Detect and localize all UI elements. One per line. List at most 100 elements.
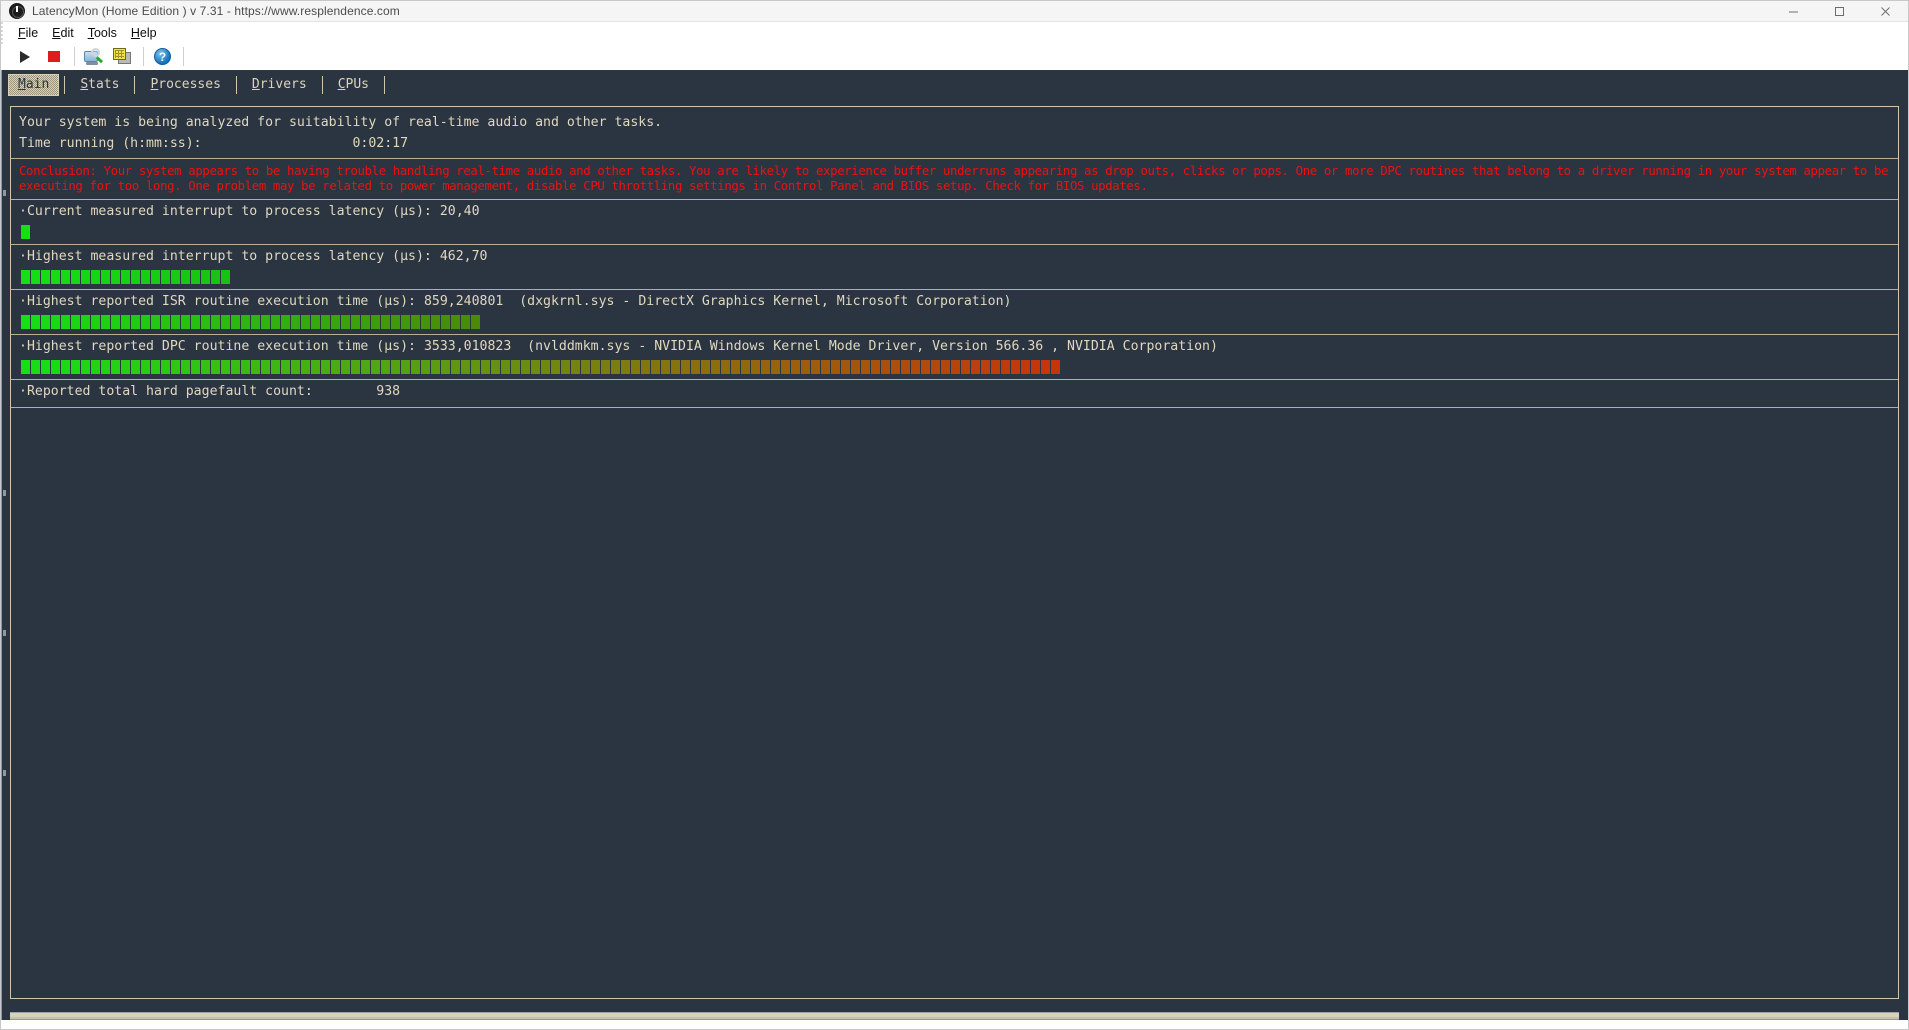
metric-label: Current measured interrupt to process la…: [26, 204, 440, 219]
menu-item-help-label: elp: [139, 25, 157, 40]
metric-bar-segment: [161, 315, 170, 329]
metric-bar-segment: [241, 360, 250, 374]
metric-bar-segment: [221, 270, 230, 284]
metric-bar-segment: [191, 270, 200, 284]
metric-bar-segment: [201, 360, 210, 374]
metric-value: 859,240801: [423, 294, 504, 309]
tab-drivers[interactable]: Drivers: [242, 74, 317, 96]
main-content-panel: Your system is being analyzed for suitab…: [10, 106, 1899, 999]
metric-bar-segment: [1051, 360, 1060, 374]
metric-bar-segment: [1031, 360, 1040, 374]
metric-bar-segment: [321, 360, 330, 374]
report-button[interactable]: [80, 45, 107, 69]
metric-bar-segment: [181, 360, 190, 374]
metric-bar-segment: [141, 360, 150, 374]
menu-item-file[interactable]: File: [12, 25, 46, 42]
metric-bar-segment: [1011, 360, 1020, 374]
metric-bar-segment: [291, 360, 300, 374]
minimize-icon[interactable]: [1770, 1, 1816, 22]
metric-bar-segment: [471, 360, 480, 374]
menu-item-edit[interactable]: Edit: [46, 25, 82, 42]
tab-processes[interactable]: Processes: [140, 74, 230, 96]
metric-bar-segment: [141, 315, 150, 329]
tab-stats[interactable]: Stats: [70, 74, 129, 96]
tab-main[interactable]: Main: [8, 73, 60, 96]
metric-bar-segment: [901, 360, 910, 374]
metric-label-row: · Reported total hard pagefault count: 93…: [11, 380, 1898, 407]
metric-bar-segment: [131, 270, 140, 284]
metric-bullet-icon: ·: [19, 384, 27, 399]
metric-bar-segment: [391, 360, 400, 374]
metric-bar-segment: [241, 315, 250, 329]
help-button[interactable]: ?: [149, 45, 176, 69]
metric-bar-segment: [321, 315, 330, 329]
metric-bar-segment: [111, 270, 120, 284]
metric-bar-row: [11, 223, 1898, 244]
summary-block: Your system is being analyzed for suitab…: [11, 107, 1898, 158]
metric-bar-segment: [831, 360, 840, 374]
metric-bar-segment: [261, 315, 270, 329]
metric-label: Highest reported ISR routine execution t…: [26, 294, 424, 309]
latencymon-window: LatencyMon (Home Edition ) v 7.31 - http…: [0, 0, 1909, 1030]
tab-strip: Main Stats Processes Drivers CPUs: [2, 70, 1908, 99]
stop-icon: [47, 51, 60, 62]
metric-bar-segment: [61, 270, 70, 284]
metric-value: 938: [376, 384, 401, 399]
metric-bar-segment: [31, 360, 40, 374]
metric-value: 20,40: [439, 204, 480, 219]
metric-bar-segment: [311, 360, 320, 374]
metric-bar-segment: [221, 315, 230, 329]
metric-bar-segment: [281, 315, 290, 329]
metric-bar-segment: [441, 315, 450, 329]
menu-item-tools[interactable]: Tools: [82, 25, 125, 42]
metric-bar-segment: [101, 360, 110, 374]
metric-bar-segment: [31, 315, 40, 329]
metric-bar: [21, 360, 1060, 374]
tab-divider: [134, 75, 136, 94]
tab-cpus[interactable]: CPUs: [328, 74, 379, 96]
metric-bar-segment: [871, 360, 880, 374]
metric-bar-segment: [21, 270, 30, 284]
metric-bar-segment: [51, 315, 60, 329]
metric-label: Highest measured interrupt to process la…: [26, 249, 440, 264]
conclusion-block: Conclusion: Your system appears to be ha…: [11, 158, 1898, 200]
metric-bar-segment: [401, 315, 410, 329]
start-monitoring-button[interactable]: [11, 45, 38, 69]
metric-bar-segment: [971, 360, 980, 374]
close-icon[interactable]: [1862, 1, 1908, 22]
menu-item-tools-label: ools: [93, 25, 117, 40]
menu-item-edit-label: dit: [60, 25, 74, 40]
metric-bar-segment: [851, 360, 860, 374]
metric-bar-segment: [961, 360, 970, 374]
metric-bar-segment: [91, 270, 100, 284]
metric-bar-segment: [461, 315, 470, 329]
metric-reported-total-hard-pagefault-count: · Reported total hard pagefault count: 93…: [11, 380, 1898, 408]
metric-bar-segment: [421, 360, 430, 374]
window-controls: [1770, 1, 1908, 22]
metric-bar-segment: [521, 360, 530, 374]
menu-item-help[interactable]: Help: [125, 25, 165, 42]
metric-bar-segment: [371, 360, 380, 374]
metric-bar-segment: [121, 315, 130, 329]
app-body: Main Stats Processes Drivers CPUs Your syste…: [1, 70, 1908, 1029]
metric-bullet-icon: ·: [19, 339, 27, 354]
metric-bar-segment: [121, 270, 130, 284]
metric-bar-segment: [111, 315, 120, 329]
metric-bar-segment: [101, 270, 110, 284]
metric-bar-segment: [361, 315, 370, 329]
copy-button[interactable]: [109, 45, 136, 69]
metric-bar-segment: [41, 360, 50, 374]
metric-bar-segment: [471, 315, 480, 329]
metric-bar-segment: [21, 225, 30, 239]
stop-monitoring-button[interactable]: [40, 45, 67, 69]
metric-bar-segment: [191, 315, 200, 329]
metric-bar-segment: [61, 360, 70, 374]
metric-bar-segment: [841, 360, 850, 374]
metric-bar-segment: [291, 315, 300, 329]
maximize-icon[interactable]: [1816, 1, 1862, 22]
tab-divider: [321, 75, 323, 94]
metric-bar-segment: [281, 360, 290, 374]
metric-bar-segment: [451, 315, 460, 329]
metric-bar-segment: [991, 360, 1000, 374]
metric-bar-segment: [661, 360, 670, 374]
